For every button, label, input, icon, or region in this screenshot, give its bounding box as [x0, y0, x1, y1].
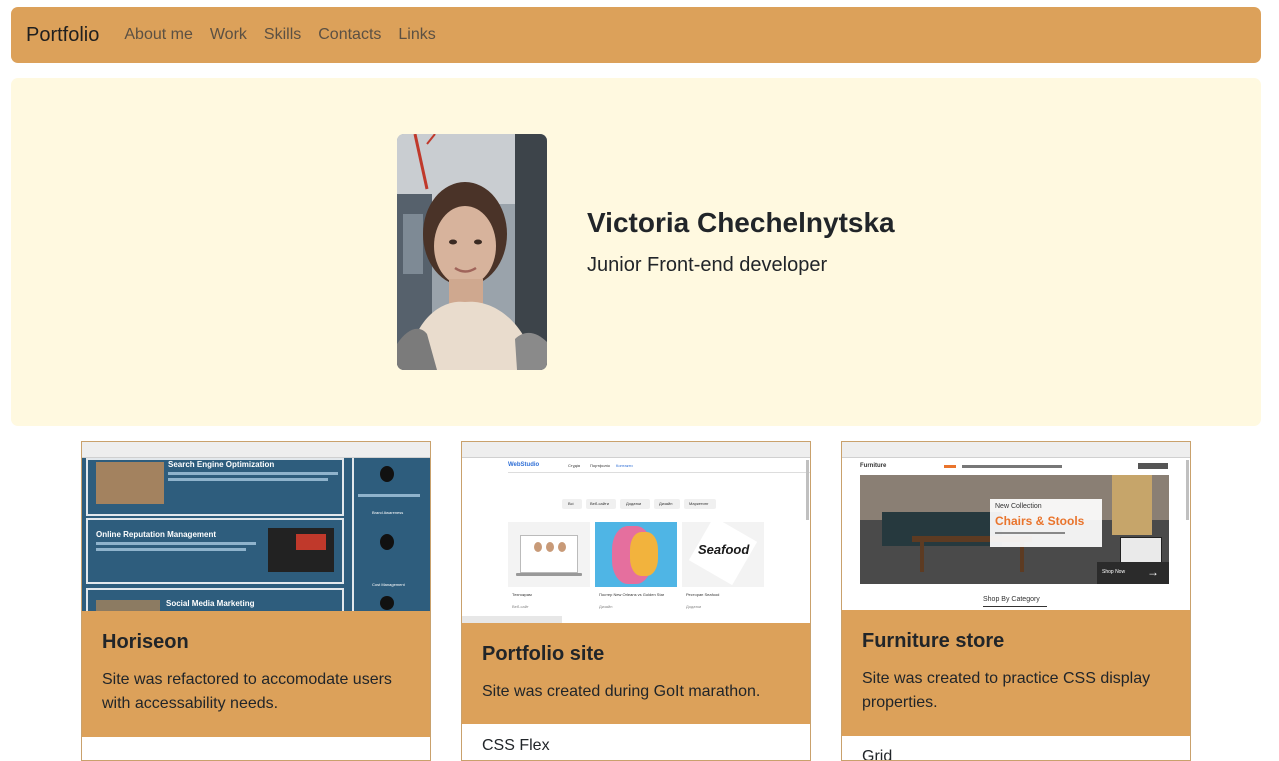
navbar: Portfolio About me Work Skills Contacts …: [11, 7, 1261, 63]
project-card-body: Horiseon Site was refactored to accomoda…: [82, 611, 430, 737]
nav-link-contacts[interactable]: Contacts: [318, 26, 381, 44]
project-card-body: Furniture store Site was created to prac…: [842, 610, 1190, 736]
hero-section: Victoria Chechelnytska Junior Front-end …: [11, 78, 1261, 426]
project-card-furniture-store: Furniture New Collection Chairs & Stools…: [841, 441, 1191, 761]
project-title: Portfolio site: [482, 643, 605, 665]
hero-role: Junior Front-end developer: [587, 254, 828, 276]
project-card-horiseon: Search Engine Optimization Online Reputa…: [81, 441, 431, 761]
hero-name: Victoria Chechelnytska: [587, 207, 895, 238]
project-title: Furniture store: [862, 630, 1005, 652]
project-thumbnail-horiseon[interactable]: Search Engine Optimization Online Reputa…: [82, 442, 430, 611]
project-thumbnail-portfolio-site[interactable]: WebStudio Студія Портфоліо Контакти Всі …: [462, 442, 810, 623]
project-footer: CSS Flex: [482, 737, 550, 754]
project-title: Horiseon: [102, 631, 189, 653]
project-description: Site was created to practice CSS display…: [862, 670, 1151, 711]
navbar-brand[interactable]: Portfolio: [26, 24, 99, 47]
project-description: Site was created during GoIt marathon.: [482, 683, 761, 700]
nav-link-about-me[interactable]: About me: [124, 26, 192, 44]
project-thumbnail-furniture-store[interactable]: Furniture New Collection Chairs & Stools…: [842, 442, 1190, 610]
nav-link-links[interactable]: Links: [398, 26, 435, 44]
project-card-portfolio-site: WebStudio Студія Портфоліо Контакти Всі …: [461, 441, 811, 761]
profile-photo: [397, 134, 547, 370]
project-footer: Grid: [862, 748, 893, 761]
nav-link-work[interactable]: Work: [210, 26, 247, 44]
project-description: Site was refactored to accomodate users …: [102, 671, 392, 712]
project-card-body: Portfolio site Site was created during G…: [462, 623, 810, 724]
nav-link-skills[interactable]: Skills: [264, 26, 301, 44]
